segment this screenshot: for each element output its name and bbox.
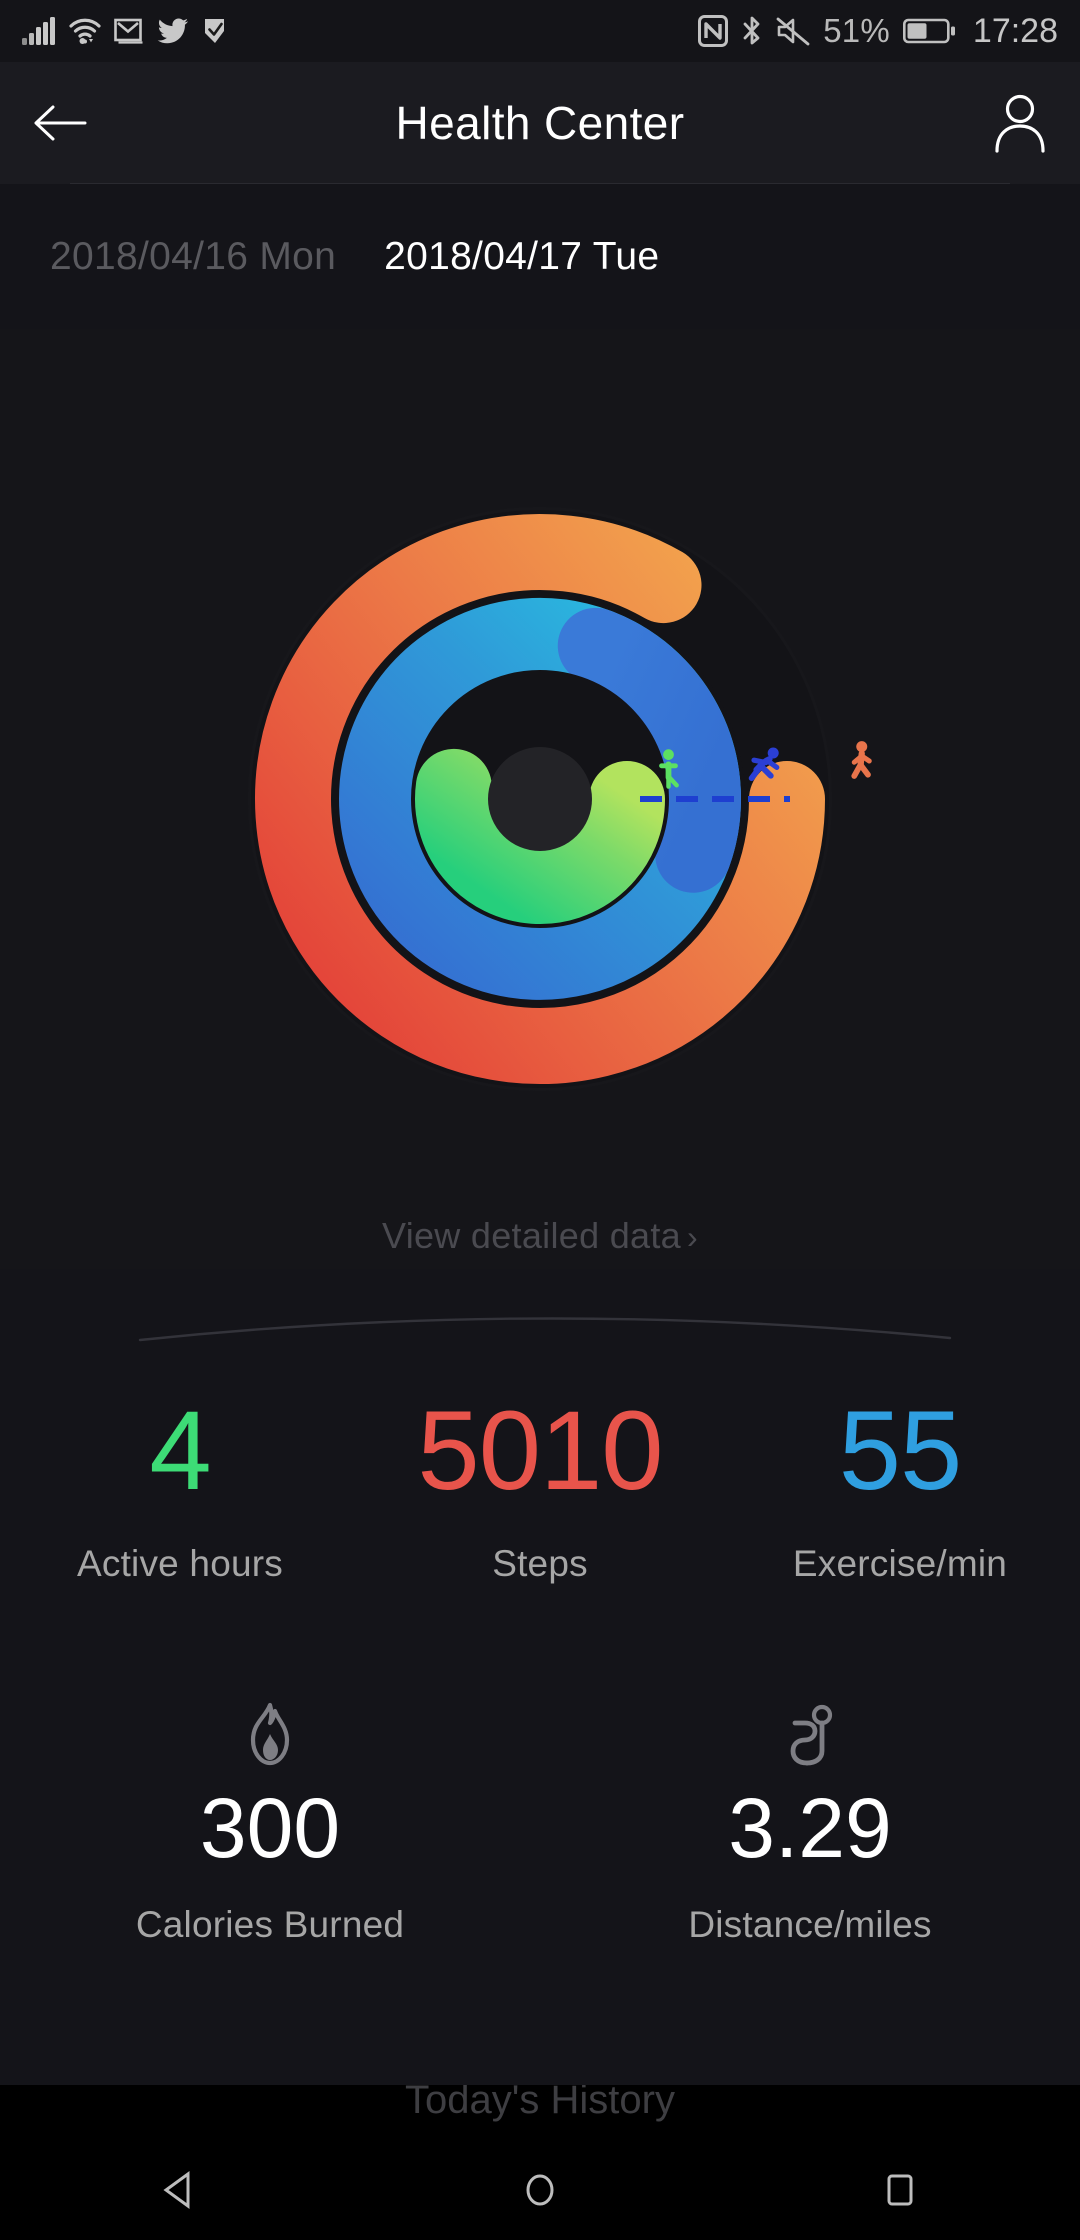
exercise-label: Exercise/min (792, 1543, 1008, 1584)
section-divider-arc (138, 1317, 952, 1342)
exercise-value: 55 (838, 1388, 963, 1513)
stat-steps[interactable]: 5010 Steps (360, 1395, 720, 1585)
date-tab-bar: 2018/04/16 Mon 2018/04/17 Tue (0, 184, 1080, 329)
back-arrow-icon (34, 105, 87, 141)
status-bar-left-icons (22, 17, 229, 45)
page-title: Health Center (395, 97, 685, 149)
wifi-icon (69, 18, 101, 44)
stat-distance[interactable]: 3.29 Distance/miles (540, 1700, 1080, 1946)
status-bar-clock: 17:28 (972, 11, 1058, 50)
battery-percent-label: 51% (823, 12, 890, 49)
mute-icon (776, 17, 810, 46)
nav-back-button[interactable] (90, 2140, 270, 2240)
distance-label: Distance/miles (688, 1904, 932, 1945)
active-hours-value: 4 (149, 1388, 211, 1513)
nav-home-button[interactable] (450, 2140, 630, 2240)
status-bar: 51% 17:28 (0, 0, 1080, 62)
date-tab-previous[interactable]: 2018/04/16 Mon (26, 225, 360, 289)
date-tab-current[interactable]: 2018/04/17 Tue (360, 225, 683, 289)
chevron-right-icon: › (687, 1219, 698, 1255)
distance-value: 3.29 (728, 1781, 892, 1875)
checkmark-app-icon (205, 19, 224, 43)
distance-icon-wrap (540, 1700, 1080, 1772)
nav-recents-square-icon (887, 2174, 913, 2206)
app-header: Health Center (0, 62, 1080, 184)
todays-history-title: Today's History (405, 2085, 675, 2122)
view-detailed-data-label: View detailed data (382, 1215, 681, 1256)
android-nav-bar (0, 2140, 1080, 2240)
bluetooth-icon (743, 16, 760, 45)
signal-bars-icon (22, 17, 55, 45)
stat-exercise[interactable]: 55 Exercise/min (720, 1395, 1080, 1585)
rings-hub (488, 747, 592, 851)
profile-button[interactable] (960, 62, 1080, 184)
active-hours-label: Active hours (77, 1543, 283, 1584)
nav-home-circle-icon (526, 2174, 554, 2206)
back-button[interactable] (0, 62, 120, 184)
steps-value: 5010 (417, 1388, 663, 1513)
calories-value: 300 (199, 1781, 341, 1875)
status-bar-right-icons: 51% 17:28 (698, 12, 1058, 51)
twitter-icon (157, 18, 189, 44)
activity-rings-chart[interactable] (0, 329, 1080, 1269)
steps-label: Steps (492, 1543, 588, 1584)
view-detailed-data-link[interactable]: View detailed data › (0, 1215, 1080, 1257)
nfc-icon (698, 15, 729, 47)
phone-screen: 51% 17:28 Health Center 2018/04/16 Mon 2… (0, 0, 1080, 2240)
route-pin-icon (790, 1704, 833, 1766)
gmail-icon (114, 18, 143, 44)
stat-calories[interactable]: 300 Calories Burned (0, 1700, 540, 1946)
activity-rings-panel (0, 329, 1080, 1269)
walking-person-icon (851, 741, 872, 779)
stat-active-hours[interactable]: 4 Active hours (0, 1395, 360, 1585)
battery-icon (902, 18, 955, 44)
flame-icon (250, 1702, 290, 1766)
primary-stats-row: 4 Active hours 5010 Steps 55 Exercise/mi… (0, 1395, 1080, 1585)
calories-icon-wrap (0, 1700, 540, 1772)
nav-recents-button[interactable] (810, 2140, 990, 2240)
nav-back-triangle-icon (163, 2171, 190, 2209)
secondary-stats-row: 300 Calories Burned 3.29 Distance/miles (0, 1700, 1080, 1946)
person-icon (995, 94, 1045, 153)
calories-label: Calories Burned (135, 1904, 405, 1945)
todays-history-section[interactable]: Today's History (0, 2085, 1080, 2140)
